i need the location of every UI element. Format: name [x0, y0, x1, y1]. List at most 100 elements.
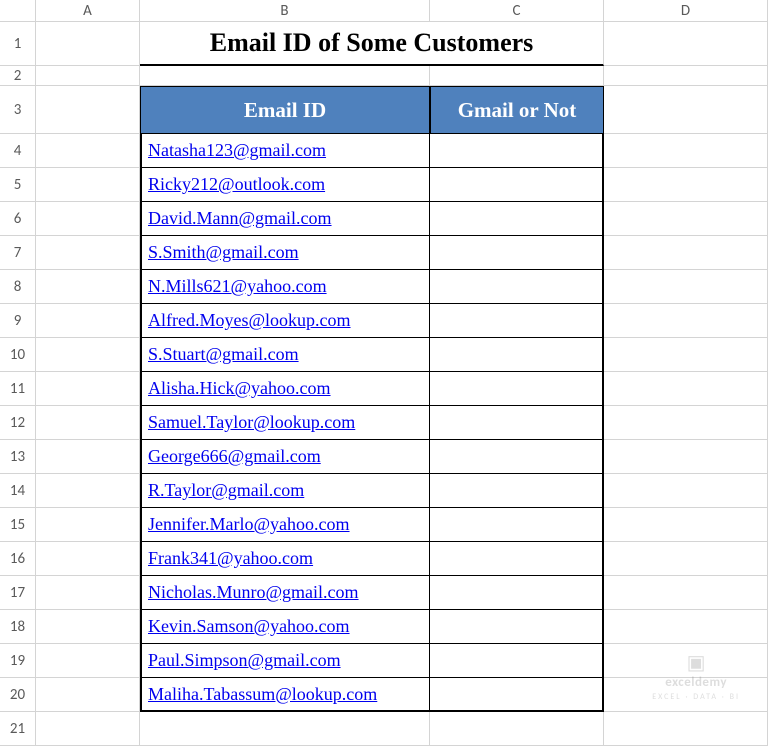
row-header[interactable]: 18 [0, 610, 36, 644]
cell-empty[interactable] [36, 168, 140, 202]
email-link[interactable]: Paul.Simpson@gmail.com [148, 650, 341, 671]
cell-empty[interactable] [604, 542, 768, 576]
gmail-cell[interactable] [430, 202, 604, 236]
cell-empty[interactable] [36, 644, 140, 678]
cell-a2[interactable] [36, 66, 140, 86]
cell-empty[interactable] [604, 270, 768, 304]
email-link[interactable]: Alfred.Moyes@lookup.com [148, 310, 351, 331]
gmail-cell[interactable] [430, 508, 604, 542]
email-cell[interactable]: David.Mann@gmail.com [140, 202, 430, 236]
gmail-cell[interactable] [430, 644, 604, 678]
email-cell[interactable]: N.Mills621@yahoo.com [140, 270, 430, 304]
table-header-email[interactable]: Email ID [140, 86, 430, 134]
email-cell[interactable]: Alfred.Moyes@lookup.com [140, 304, 430, 338]
cell-c21[interactable] [430, 712, 604, 746]
email-link[interactable]: Kevin.Samson@yahoo.com [148, 616, 350, 637]
gmail-cell[interactable] [430, 236, 604, 270]
email-link[interactable]: George666@gmail.com [148, 446, 321, 467]
email-link[interactable]: David.Mann@gmail.com [148, 208, 332, 229]
email-link[interactable]: N.Mills621@yahoo.com [148, 276, 327, 297]
cell-c2[interactable] [430, 66, 604, 86]
cell-d3[interactable] [604, 86, 768, 134]
column-header-d[interactable]: D [604, 0, 768, 21]
email-cell[interactable]: George666@gmail.com [140, 440, 430, 474]
gmail-cell[interactable] [430, 372, 604, 406]
cell-b2[interactable] [140, 66, 430, 86]
email-link[interactable]: Frank341@yahoo.com [148, 548, 313, 569]
gmail-cell[interactable] [430, 304, 604, 338]
cell-empty[interactable] [604, 168, 768, 202]
row-header[interactable]: 20 [0, 678, 36, 712]
column-header-c[interactable]: C [430, 0, 604, 21]
cell-empty[interactable] [36, 338, 140, 372]
row-header[interactable]: 4 [0, 134, 36, 168]
row-header[interactable]: 12 [0, 406, 36, 440]
row-header[interactable]: 5 [0, 168, 36, 202]
column-header-a[interactable]: A [36, 0, 140, 21]
email-cell[interactable]: Nicholas.Munro@gmail.com [140, 576, 430, 610]
gmail-cell[interactable] [430, 270, 604, 304]
cell-empty[interactable] [604, 236, 768, 270]
column-header-b[interactable]: B [140, 0, 430, 21]
gmail-cell[interactable] [430, 576, 604, 610]
cell-empty[interactable] [604, 304, 768, 338]
email-cell[interactable]: S.Smith@gmail.com [140, 236, 430, 270]
cell-empty[interactable] [604, 202, 768, 236]
gmail-cell[interactable] [430, 474, 604, 508]
row-header[interactable]: 17 [0, 576, 36, 610]
email-cell[interactable]: S.Stuart@gmail.com [140, 338, 430, 372]
row-header[interactable]: 8 [0, 270, 36, 304]
cell-empty[interactable] [36, 372, 140, 406]
gmail-cell[interactable] [430, 440, 604, 474]
cell-a21[interactable] [36, 712, 140, 746]
cell-empty[interactable] [36, 542, 140, 576]
email-cell[interactable]: Samuel.Taylor@lookup.com [140, 406, 430, 440]
row-header[interactable]: 11 [0, 372, 36, 406]
cell-empty[interactable] [604, 406, 768, 440]
row-header[interactable]: 19 [0, 644, 36, 678]
email-cell[interactable]: Frank341@yahoo.com [140, 542, 430, 576]
gmail-cell[interactable] [430, 678, 604, 712]
row-header[interactable]: 14 [0, 474, 36, 508]
email-link[interactable]: S.Stuart@gmail.com [148, 344, 299, 365]
cell-d21[interactable] [604, 712, 768, 746]
cell-empty[interactable] [36, 270, 140, 304]
gmail-cell[interactable] [430, 610, 604, 644]
cell-b21[interactable] [140, 712, 430, 746]
row-header[interactable]: 16 [0, 542, 36, 576]
cell-empty[interactable] [604, 440, 768, 474]
gmail-cell[interactable] [430, 338, 604, 372]
cell-empty[interactable] [36, 202, 140, 236]
email-link[interactable]: Samuel.Taylor@lookup.com [148, 412, 355, 433]
cell-empty[interactable] [36, 508, 140, 542]
email-link[interactable]: Maliha.Tabassum@lookup.com [148, 684, 377, 705]
table-header-gmail[interactable]: Gmail or Not [430, 86, 604, 134]
cell-empty[interactable] [604, 372, 768, 406]
email-link[interactable]: Nicholas.Munro@gmail.com [148, 582, 359, 603]
cell-empty[interactable] [36, 304, 140, 338]
cell-empty[interactable] [36, 236, 140, 270]
email-link[interactable]: Natasha123@gmail.com [148, 140, 326, 161]
email-cell[interactable]: Alisha.Hick@yahoo.com [140, 372, 430, 406]
gmail-cell[interactable] [430, 168, 604, 202]
cell-empty[interactable] [36, 474, 140, 508]
cell-a1[interactable] [36, 22, 140, 66]
row-header[interactable]: 10 [0, 338, 36, 372]
email-link[interactable]: R.Taylor@gmail.com [148, 480, 304, 501]
row-header[interactable]: 7 [0, 236, 36, 270]
email-link[interactable]: Ricky212@outlook.com [148, 174, 325, 195]
cell-empty[interactable] [36, 610, 140, 644]
title-cell[interactable]: Email ID of Some Customers [140, 22, 604, 66]
cell-empty[interactable] [36, 678, 140, 712]
row-header-21[interactable]: 21 [0, 712, 36, 746]
cell-empty[interactable] [36, 440, 140, 474]
gmail-cell[interactable] [430, 542, 604, 576]
email-cell[interactable]: R.Taylor@gmail.com [140, 474, 430, 508]
row-header-1[interactable]: 1 [0, 22, 36, 66]
cell-empty[interactable] [604, 644, 768, 678]
cell-empty[interactable] [604, 678, 768, 712]
row-header[interactable]: 15 [0, 508, 36, 542]
email-link[interactable]: Alisha.Hick@yahoo.com [148, 378, 331, 399]
email-link[interactable]: Jennifer.Marlo@yahoo.com [148, 514, 350, 535]
email-link[interactable]: S.Smith@gmail.com [148, 242, 299, 263]
